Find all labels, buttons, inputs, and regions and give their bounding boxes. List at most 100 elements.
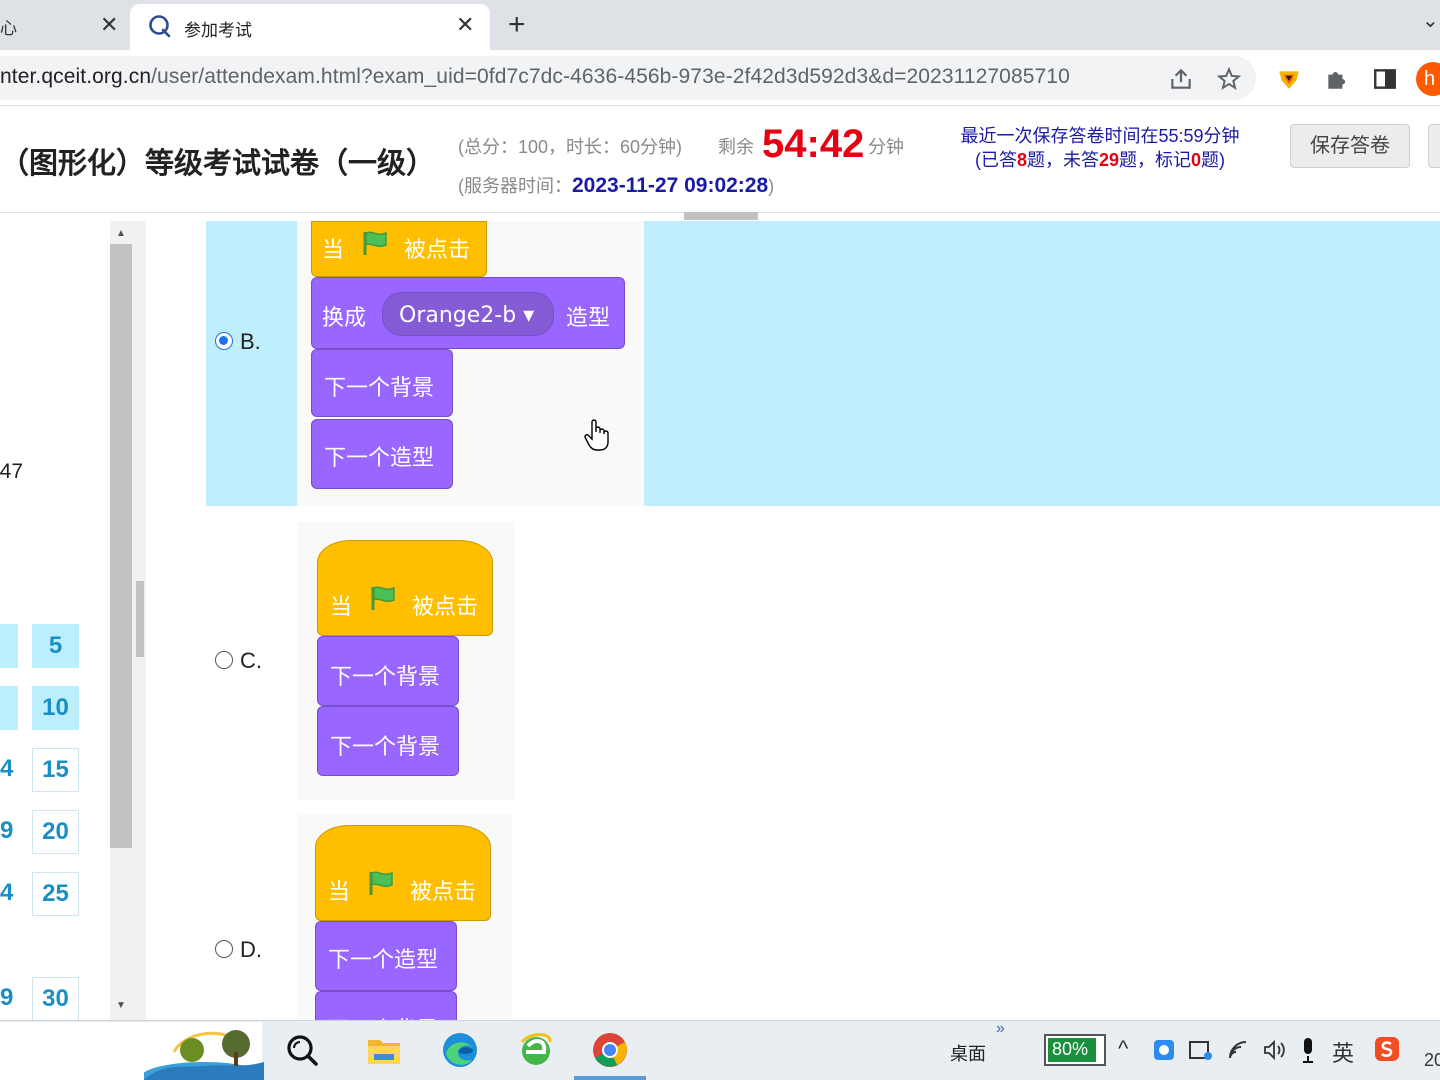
wifi-icon[interactable]: [1226, 1038, 1252, 1062]
panel-divider-handle[interactable]: [136, 581, 144, 657]
next-backdrop-text: 下一个背景: [328, 1012, 438, 1020]
battery-percent: 80%: [1052, 1039, 1089, 1059]
bookmark-star-icon[interactable]: [1216, 66, 1242, 92]
question-number-button[interactable]: 30: [32, 977, 79, 1021]
save-info-text-b: 题，未答: [1026, 150, 1099, 170]
next-backdrop-text: 下一个背景: [324, 376, 435, 401]
hat-when-text: 当: [322, 238, 345, 263]
question-number-button[interactable]: 10: [32, 686, 79, 730]
remaining-label: 剩余: [718, 137, 754, 157]
ime-language-indicator[interactable]: 英: [1332, 1036, 1354, 1068]
save-info-line2: (已答8题，未答29题，标记0题): [958, 148, 1242, 172]
hat-clicked-text: 被点击: [404, 238, 471, 263]
microphone-icon[interactable]: [1298, 1036, 1318, 1064]
switch-costume-text: 换成: [322, 306, 367, 331]
url-host: nter.qceit.org.cn: [0, 65, 152, 88]
question-number-button[interactable]: 20: [32, 810, 79, 854]
next-backdrop-block: 下一个背景: [315, 991, 457, 1020]
option-b-code-image: 当 被点击 换成 Orange2-b ▾ 造型 下一个背景 下一个造型: [297, 221, 644, 506]
costume-dropdown: Orange2-b ▾: [382, 292, 554, 336]
side-panel-icon[interactable]: [1372, 66, 1398, 92]
next-backdrop-text: 下一个背景: [330, 665, 441, 690]
left-scrollbar-thumb[interactable]: [110, 244, 132, 848]
chrome-active-indicator: [574, 1076, 646, 1080]
file-explorer-icon[interactable]: [364, 1030, 404, 1070]
new-tab-button[interactable]: +: [508, 8, 526, 42]
next-costume-text: 下一个造型: [324, 446, 435, 471]
question-number-partial[interactable]: [0, 624, 18, 668]
next-costume-block: 下一个造型: [315, 921, 457, 991]
option-d-radio[interactable]: [215, 940, 233, 958]
hat-clicked-text: 被点击: [410, 880, 477, 905]
clock-partial[interactable]: 20: [1424, 1050, 1440, 1071]
extension-brave-icon[interactable]: [1276, 66, 1302, 92]
next-costume-text: 下一个造型: [328, 948, 439, 973]
sogou-ime-icon[interactable]: [1374, 1036, 1400, 1062]
question-number-button[interactable]: 25: [32, 872, 79, 916]
next-backdrop-block: 下一个背景: [311, 349, 453, 417]
question-number-button[interactable]: 5: [32, 624, 79, 668]
tab-search-chevron-icon[interactable]: ⌄: [1422, 8, 1439, 33]
qq-tray-icon[interactable]: [1152, 1038, 1176, 1062]
question-number-partial[interactable]: 9: [0, 810, 18, 854]
submit-button-partial[interactable]: [1428, 124, 1440, 168]
switch-costume-block: 换成 Orange2-b ▾ 造型: [311, 277, 625, 349]
option-b-radio[interactable]: [215, 332, 233, 350]
server-time-label-close: ): [768, 176, 775, 196]
exam-title: （图形化）等级考试试卷（一级）: [0, 146, 436, 180]
exam-total-info: (总分：100，时长：60分钟): [458, 137, 683, 157]
when-flag-clicked-block: 当 被点击: [317, 540, 493, 636]
tab-active[interactable]: 参加考试 ✕: [130, 4, 490, 50]
question-number-partial[interactable]: [0, 686, 18, 730]
hat-when-text: 当: [330, 595, 353, 620]
tab-previous[interactable]: 心 ✕: [0, 0, 130, 50]
extensions-puzzle-icon[interactable]: [1324, 66, 1350, 92]
when-flag-clicked-block: 当 被点击: [315, 825, 491, 921]
taskbar-search-box[interactable]: [0, 1022, 264, 1080]
option-c-code-image: 当 被点击 下一个背景 下一个背景: [297, 522, 515, 800]
question-number-partial[interactable]: 4: [0, 872, 18, 916]
marked-count: 0: [1191, 150, 1202, 170]
next-costume-block: 下一个造型: [311, 419, 453, 489]
desktop-toolbar-label[interactable]: 桌面: [950, 1040, 986, 1066]
tab-previous-close-icon[interactable]: ✕: [100, 14, 118, 36]
option-b-label: B.: [240, 329, 261, 354]
green-flag-icon: [369, 871, 393, 895]
question-number-partial[interactable]: 9: [0, 977, 18, 1021]
horizontal-scrollbar-thumb[interactable]: [684, 212, 758, 220]
question-number-partial[interactable]: 4: [0, 748, 18, 792]
next-backdrop-block: 下一个背景: [317, 636, 459, 706]
switch-costume-suffix: 造型: [566, 306, 611, 331]
save-answers-button[interactable]: 保存答卷: [1290, 124, 1410, 168]
tab-active-close-icon[interactable]: ✕: [456, 14, 474, 36]
save-info-text-c: 题，标记: [1119, 150, 1192, 170]
unanswered-count: 29: [1098, 150, 1120, 170]
save-info-text-d: 题): [1201, 150, 1226, 170]
search-icon[interactable]: [282, 1030, 322, 1070]
option-d-label: D.: [240, 937, 262, 962]
volume-icon[interactable]: [1262, 1038, 1286, 1062]
ie-browser-icon[interactable]: [516, 1030, 556, 1070]
qceit-favicon-icon: [149, 15, 171, 38]
costume-dropdown-value: Orange2-b ▾: [399, 303, 535, 328]
url-text[interactable]: nter.qceit.org.cn/user/attendexam.html?e…: [0, 65, 1070, 89]
save-info-text-a: (已答: [974, 150, 1017, 170]
green-flag-icon: [363, 231, 387, 255]
chrome-browser-icon[interactable]: [590, 1030, 630, 1070]
toolbar-overflow-icon[interactable]: »: [996, 1020, 1005, 1038]
save-info-line1: 最近一次保存答卷时间在55:59分钟: [960, 126, 1240, 146]
share-icon[interactable]: [1168, 66, 1194, 92]
scroll-down-arrow-icon[interactable]: ▼: [110, 996, 132, 1016]
server-time-line: (服务器时间：2023-11-27 09:02:28): [458, 172, 774, 198]
tab-previous-label: 心: [0, 19, 17, 38]
scroll-up-arrow-icon[interactable]: ▲: [110, 224, 132, 244]
edge-browser-icon[interactable]: [440, 1030, 480, 1070]
question-number-button[interactable]: 15: [32, 748, 79, 792]
option-c-radio[interactable]: [215, 651, 233, 669]
network-settings-icon[interactable]: [1188, 1038, 1214, 1062]
tray-expand-chevron-icon[interactable]: ^: [1118, 1036, 1128, 1062]
option-c-label: C.: [240, 648, 262, 673]
battery-indicator[interactable]: 80%: [1044, 1034, 1106, 1066]
url-path: /user/attendexam.html?exam_uid=0fd7c7dc-…: [151, 65, 1070, 88]
green-flag-icon: [371, 586, 395, 610]
